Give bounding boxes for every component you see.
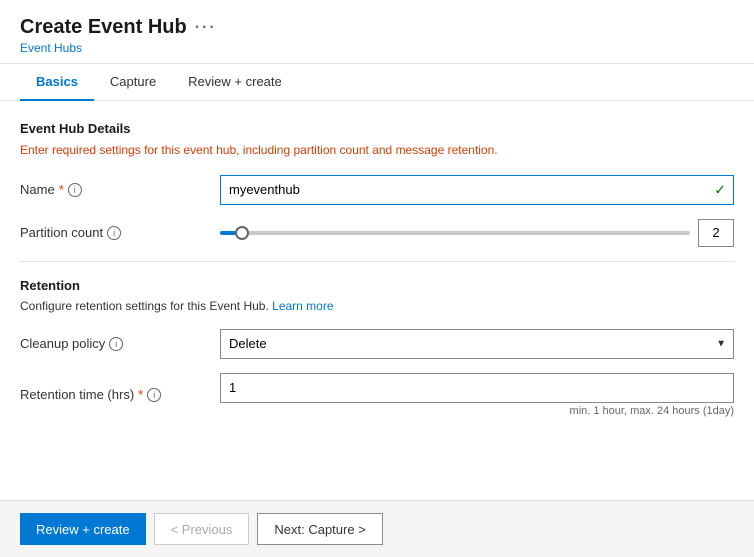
retention-control: min. 1 hour, max. 24 hours (1day) [220, 373, 734, 417]
page-title: Create Event Hub [20, 16, 187, 39]
learn-more-link[interactable]: Learn more [272, 299, 333, 313]
partition-info-icon[interactable]: i [107, 226, 121, 240]
previous-button[interactable]: < Previous [154, 513, 250, 545]
tab-basics[interactable]: Basics [20, 64, 94, 101]
cleanup-select[interactable]: Delete Compact Compact and Delete [220, 329, 734, 359]
retention-info-icon[interactable]: i [147, 388, 161, 402]
ellipsis-icon[interactable]: ··· [195, 19, 217, 37]
cleanup-label: Cleanup policy i [20, 336, 220, 351]
name-label: Name * i [20, 182, 220, 197]
cleanup-select-wrapper: Delete Compact Compact and Delete ▼ [220, 329, 734, 359]
section2-description: Configure retention settings for this Ev… [20, 299, 734, 313]
next-capture-button[interactable]: Next: Capture > [257, 513, 382, 545]
name-info-icon[interactable]: i [68, 183, 82, 197]
partition-value-input[interactable] [698, 219, 734, 247]
name-row: Name * i ✓ [20, 175, 734, 205]
partition-label: Partition count i [20, 225, 220, 240]
section1-title: Event Hub Details [20, 121, 734, 136]
review-create-button[interactable]: Review + create [20, 513, 146, 545]
partition-control [220, 219, 734, 247]
tab-capture[interactable]: Capture [94, 64, 172, 101]
partition-slider[interactable] [220, 231, 690, 235]
cleanup-control: Delete Compact Compact and Delete ▼ [220, 329, 734, 359]
tab-review-create[interactable]: Review + create [172, 64, 298, 101]
cleanup-row: Cleanup policy i Delete Compact Compact … [20, 329, 734, 359]
breadcrumb[interactable]: Event Hubs [20, 41, 734, 55]
retention-hint: min. 1 hour, max. 24 hours (1day) [220, 405, 734, 417]
divider [20, 261, 734, 262]
partition-row: Partition count i [20, 219, 734, 247]
retention-label: Retention time (hrs) * i [20, 387, 220, 402]
tabs-container: Basics Capture Review + create [0, 64, 754, 101]
form-content: Event Hub Details Enter required setting… [0, 101, 754, 500]
section2-title: Retention [20, 278, 734, 293]
retention-required-indicator: * [138, 387, 143, 402]
retention-input[interactable] [220, 373, 734, 403]
section1-description: Enter required settings for this event h… [20, 142, 734, 159]
retention-row: Retention time (hrs) * i min. 1 hour, ma… [20, 373, 734, 417]
name-input[interactable] [220, 175, 734, 205]
name-required-indicator: * [59, 182, 64, 197]
footer: Review + create < Previous Next: Capture… [0, 500, 754, 557]
retention-section: Retention Configure retention settings f… [20, 278, 734, 417]
name-input-wrapper: ✓ [220, 175, 734, 205]
name-valid-icon: ✓ [714, 181, 726, 198]
cleanup-info-icon[interactable]: i [109, 337, 123, 351]
